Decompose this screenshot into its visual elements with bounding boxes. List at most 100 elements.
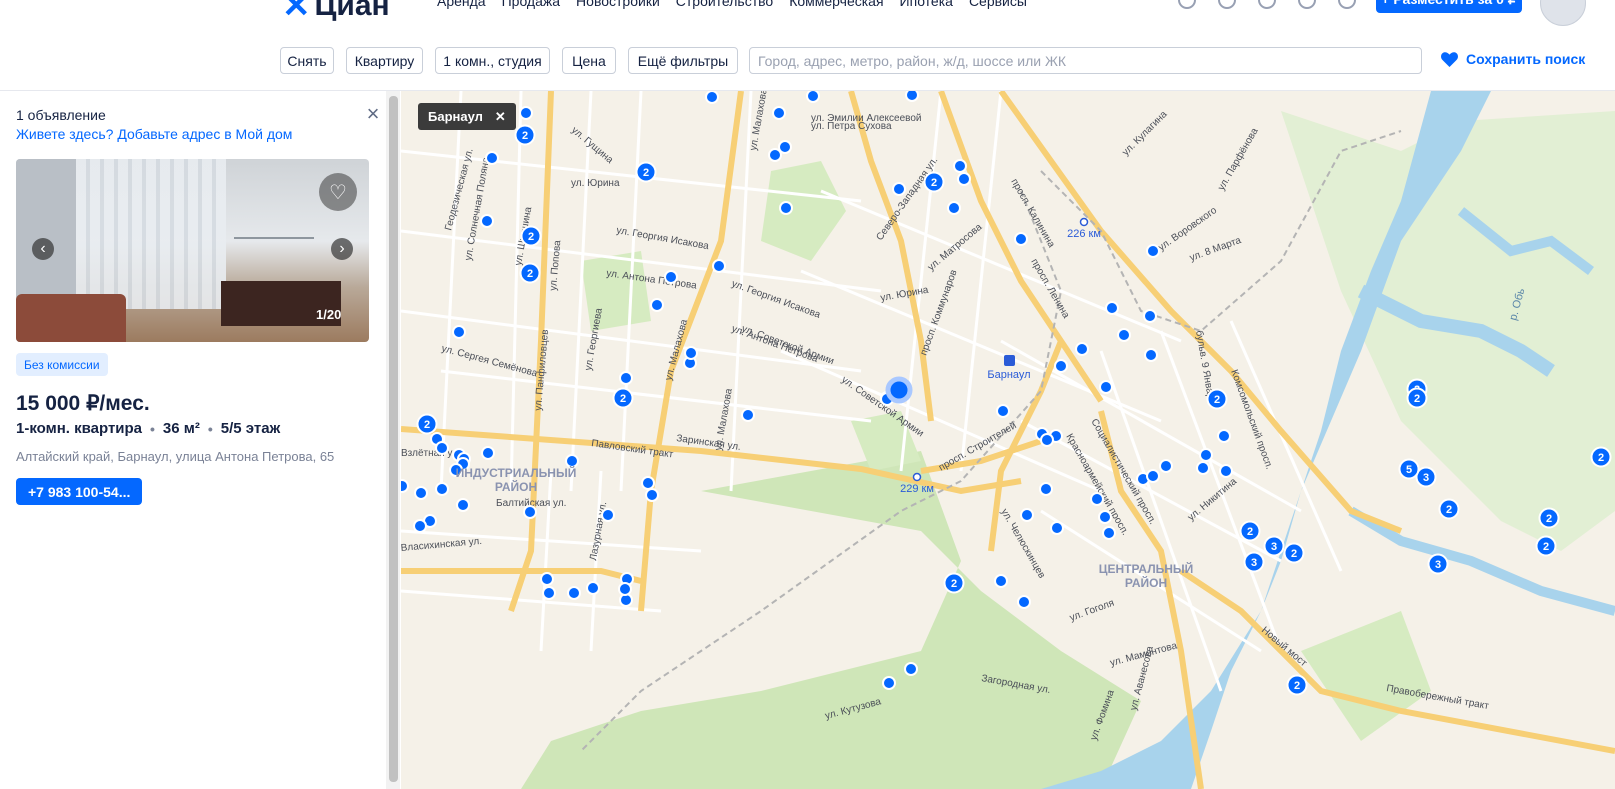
listing-pin-icon[interactable] — [414, 486, 428, 500]
listing-pin-icon[interactable] — [586, 581, 600, 595]
listing-pin-icon[interactable] — [480, 214, 494, 228]
nav-link-rent[interactable]: Аренда — [437, 0, 486, 9]
listing-pin-icon[interactable] — [1017, 595, 1031, 609]
listing-cluster[interactable]: 2 — [1438, 498, 1460, 520]
listing-cluster[interactable]: 2 — [1538, 507, 1560, 529]
listing-cluster[interactable]: 2 — [943, 572, 965, 594]
listing-pin-icon[interactable] — [1098, 510, 1112, 524]
listing-cluster[interactable]: 2 — [923, 171, 945, 193]
listing-pin-icon[interactable] — [481, 446, 495, 460]
listing-cluster[interactable]: 2 — [1535, 535, 1557, 557]
next-photo-icon[interactable]: › — [331, 238, 353, 260]
listing-cluster[interactable]: 3 — [1243, 551, 1265, 573]
nav-link-construction[interactable]: Строительство — [676, 0, 773, 9]
listing-pin-icon[interactable] — [650, 298, 664, 312]
listing-cluster[interactable]: 2 — [1286, 674, 1308, 696]
listing-pin-icon[interactable] — [619, 371, 633, 385]
nav-link-services[interactable]: Сервисы — [969, 0, 1027, 9]
listing-pin-icon[interactable] — [485, 151, 499, 165]
listing-pin-icon[interactable] — [947, 201, 961, 215]
location-search-input[interactable]: Город, адрес, метро, район, ж/д, шоссе и… — [749, 47, 1422, 74]
listing-pin-icon[interactable] — [435, 441, 449, 455]
listing-pin-icon[interactable] — [779, 201, 793, 215]
listing-pin-icon[interactable] — [540, 572, 554, 586]
listing-pin-icon[interactable] — [957, 172, 971, 186]
listing-pin-icon[interactable] — [996, 404, 1010, 418]
listing-cluster[interactable]: 2 — [519, 262, 541, 284]
listing-pin-icon[interactable] — [664, 270, 678, 284]
listing-cluster[interactable]: 2 — [1406, 387, 1428, 409]
listing-pin-icon[interactable] — [1075, 342, 1089, 356]
listing-cluster[interactable]: 2 — [514, 124, 536, 146]
listing-pin-icon[interactable] — [1219, 464, 1233, 478]
nav-link-mortgage[interactable]: Ипотека — [900, 0, 953, 9]
listing-pin-icon[interactable] — [1020, 508, 1034, 522]
listing-pin-icon[interactable] — [542, 586, 556, 600]
listing-cluster[interactable]: 2 — [416, 413, 438, 435]
listing-pin-icon[interactable] — [523, 505, 537, 519]
place-ad-button[interactable]: + Разместить за 0 ₽ — [1376, 0, 1522, 13]
favorites-icon[interactable] — [1258, 0, 1276, 9]
listing-pin-icon[interactable] — [1040, 433, 1054, 447]
listing-pin-icon[interactable] — [806, 91, 820, 103]
listing-pin-icon[interactable] — [712, 259, 726, 273]
listing-pin-icon[interactable] — [904, 662, 918, 676]
listing-pin-icon[interactable] — [1039, 482, 1053, 496]
listing-pin-icon[interactable] — [1199, 448, 1213, 462]
listing-cluster[interactable]: 2 — [1590, 446, 1612, 468]
listing-pin-icon[interactable] — [1054, 359, 1068, 373]
city-chip[interactable]: Барнаул ✕ — [418, 103, 516, 130]
listing-cluster[interactable]: 2 — [520, 225, 542, 247]
prev-photo-icon[interactable]: ‹ — [32, 238, 54, 260]
listing-cluster[interactable]: 2 — [1239, 520, 1261, 542]
listing-cluster[interactable]: 5 — [1398, 458, 1420, 480]
listing-pin-icon[interactable] — [1217, 429, 1231, 443]
listing-pin-icon[interactable] — [452, 325, 466, 339]
listing-cluster[interactable]: 2 — [635, 161, 657, 183]
listing-pin-icon[interactable] — [1144, 348, 1158, 362]
close-icon[interactable]: × — [364, 103, 382, 125]
listing-photo[interactable]: ♡ ‹ › 1/20 — [16, 159, 369, 342]
nav-link-sale[interactable]: Продажа — [502, 0, 560, 9]
listing-pin-icon[interactable] — [772, 106, 786, 120]
deal-type-button[interactable]: Снять — [280, 47, 334, 74]
listing-pin-icon[interactable] — [435, 482, 449, 496]
listing-pin-icon[interactable] — [1143, 309, 1157, 323]
listing-pin-icon[interactable] — [1159, 459, 1173, 473]
listing-pin-icon[interactable] — [892, 182, 906, 196]
search-icon[interactable] — [1298, 0, 1316, 9]
listing-pin-icon[interactable] — [741, 408, 755, 422]
listing-pin-icon[interactable] — [1196, 461, 1210, 475]
listing-cluster[interactable]: 2 — [1283, 542, 1305, 564]
listing-pin-icon[interactable] — [401, 479, 409, 493]
listing-pin-icon[interactable] — [953, 159, 967, 173]
chat-icon[interactable] — [1218, 0, 1236, 9]
notifications-icon[interactable] — [1338, 0, 1356, 9]
map[interactable]: ул. Эмилии Алексеевой ул. Петра Сухова ул.… — [401, 91, 1615, 789]
listing-cluster[interactable]: 2 — [1206, 388, 1228, 410]
object-type-button[interactable]: Квартиру — [346, 47, 423, 74]
listing-pin-icon[interactable] — [1099, 380, 1113, 394]
map-canvas[interactable]: ул. Эмилии Алексеевойул. Петра Суховаул.… — [401, 91, 1615, 789]
save-search-button[interactable]: Сохранить поиск — [1441, 51, 1585, 67]
listing-pin-icon[interactable] — [601, 508, 615, 522]
listing-pin-icon[interactable] — [413, 519, 427, 533]
listing-pin-icon[interactable] — [519, 106, 533, 120]
listing-pin-icon[interactable] — [645, 488, 659, 502]
listing-pin-icon[interactable] — [768, 148, 782, 162]
favorite-heart-icon[interactable]: ♡ — [319, 173, 357, 211]
listing-pin-icon[interactable] — [456, 498, 470, 512]
my-home-link[interactable]: Живете здесь? Добавьте адрес в Мой дом — [16, 126, 292, 142]
listing-cluster[interactable]: 2 — [612, 387, 634, 409]
selected-listing-pin-icon[interactable] — [885, 376, 913, 404]
city-chip-close-icon[interactable]: ✕ — [495, 109, 506, 125]
nav-link-commercial[interactable]: Коммерческая — [789, 0, 883, 9]
listing-pin-icon[interactable] — [1014, 232, 1028, 246]
cian-logo[interactable]: ✕ Циан — [282, 0, 390, 26]
listing-pin-icon[interactable] — [1105, 301, 1119, 315]
listing-pin-icon[interactable] — [905, 91, 919, 102]
price-button[interactable]: Цена — [562, 47, 616, 74]
listing-pin-icon[interactable] — [641, 476, 655, 490]
listing-pin-icon[interactable] — [1090, 492, 1104, 506]
listing-pin-icon[interactable] — [994, 574, 1008, 588]
